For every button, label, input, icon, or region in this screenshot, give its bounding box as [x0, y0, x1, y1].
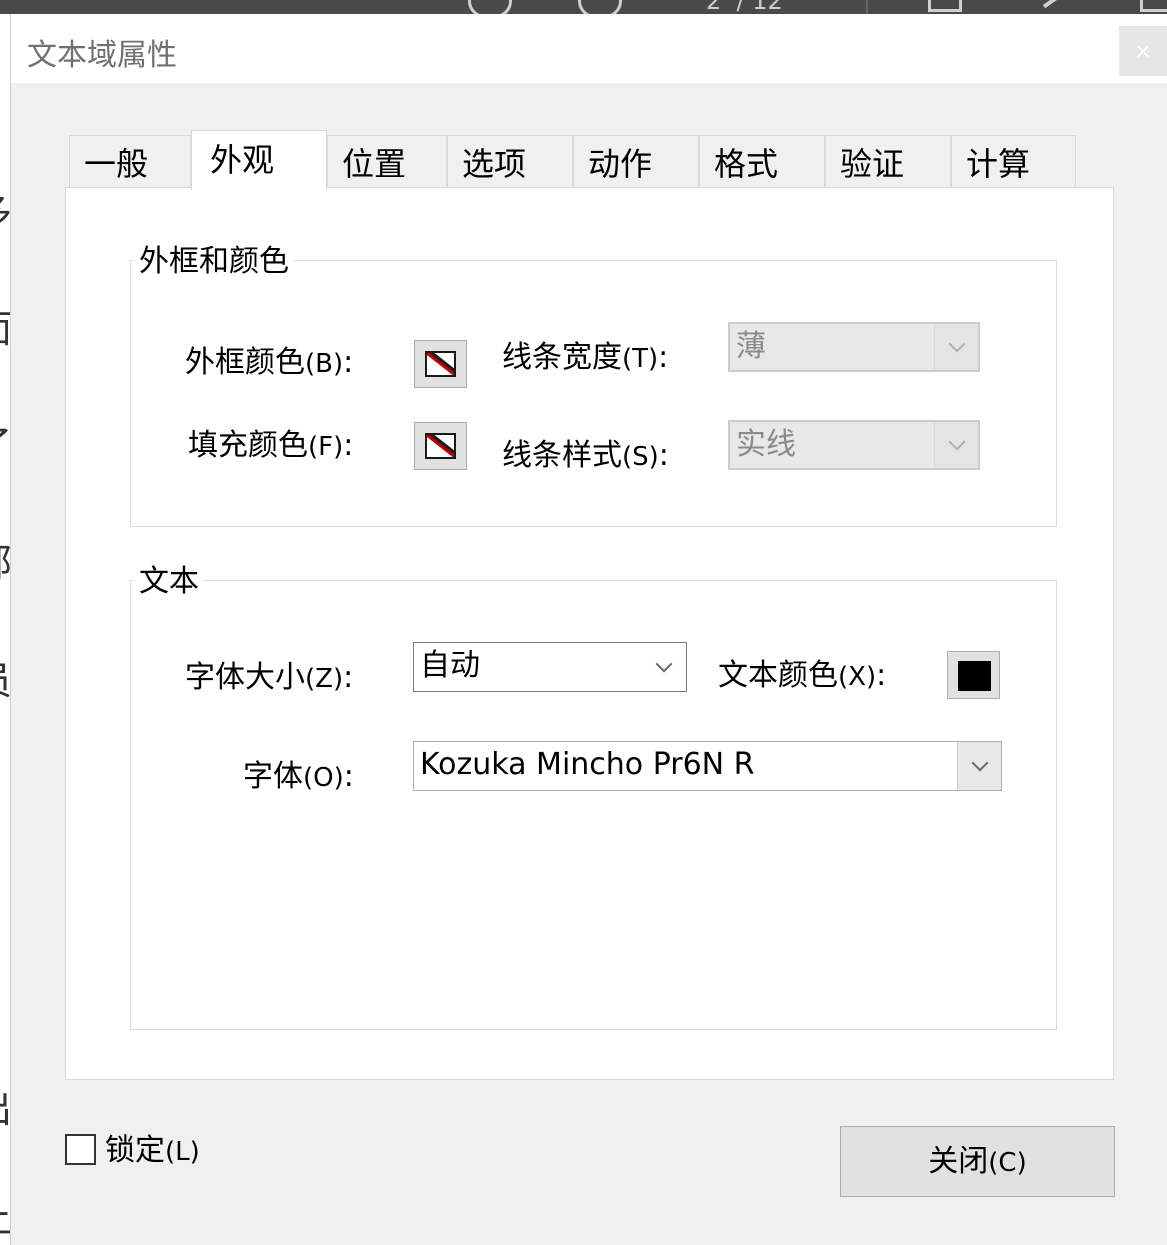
background-toolbar: 2 / 12 [0, 0, 1167, 14]
border-color-group [130, 260, 1057, 527]
font-select[interactable]: Kozuka Mincho Pr6N R [413, 741, 1002, 791]
upload-icon[interactable] [468, 0, 512, 14]
text-color-button[interactable] [947, 651, 1000, 699]
line-width-select[interactable]: 薄 [728, 322, 980, 372]
tab-validate[interactable]: 验证 [825, 135, 951, 188]
tab-format[interactable]: 格式 [699, 135, 825, 188]
font-size-select[interactable]: 自动 [413, 642, 687, 692]
no-color-swatch-icon [425, 351, 456, 377]
pen-icon[interactable] [1042, 0, 1082, 9]
comment-icon[interactable] [928, 0, 962, 12]
text-color-label: 文本颜色(X): [718, 658, 887, 693]
document-glyph: 了 [0, 426, 10, 464]
document-glyph: 上 [0, 1200, 10, 1238]
tab-options[interactable]: 选项 [447, 135, 573, 188]
fill-color-label: 填充颜色(F): [188, 428, 354, 463]
chevron-down-icon [934, 324, 978, 370]
font-label: 字体(O): [243, 759, 354, 794]
document-glyph: 部 [0, 544, 10, 582]
no-color-swatch-icon [425, 433, 456, 459]
text-group-title: 文本 [135, 564, 203, 600]
tab-actions[interactable]: 动作 [573, 135, 699, 188]
line-width-value: 薄 [736, 329, 766, 364]
lock-checkbox[interactable] [65, 1134, 96, 1165]
appearance-panel: 外框和颜色 外框颜色(B): 线条宽度(T): 薄 填充颜色(F): 线条样式(… [65, 187, 1114, 1080]
border-color-group-title: 外框和颜色 [135, 244, 293, 280]
fill-color-button[interactable] [414, 422, 467, 470]
text-field-properties-dialog: 文本域属性 × 一般 外观 位置 选项 动作 格式 验证 计算 外框和颜色 外框… [11, 14, 1167, 1245]
document-glyph: 员 [0, 662, 10, 700]
line-style-label: 线条样式(S): [502, 438, 669, 473]
font-size-value: 自动 [420, 648, 480, 683]
download-icon[interactable] [578, 0, 622, 14]
tab-calculate[interactable]: 计算 [951, 135, 1076, 188]
line-style-value: 实线 [736, 427, 796, 462]
dialog-title: 文本域属性 [27, 38, 177, 73]
tab-appearance[interactable]: 外观 [191, 130, 327, 190]
lock-label[interactable]: 锁定(L) [105, 1131, 200, 1172]
close-button[interactable]: 关闭(C) [840, 1126, 1115, 1197]
close-icon[interactable]: × [1119, 26, 1167, 76]
document-glyph: 多 [0, 194, 10, 232]
color-swatch-icon [958, 661, 991, 691]
line-width-label: 线条宽度(T): [502, 340, 669, 375]
border-color-label: 外框颜色(B): [185, 345, 354, 380]
chevron-down-icon [957, 742, 1001, 790]
page-indicator: 2 / 12 [706, 0, 783, 14]
document-glyph: 面 [0, 310, 10, 348]
border-color-button[interactable] [414, 340, 467, 388]
font-value: Kozuka Mincho Pr6N R [420, 747, 755, 782]
font-size-label: 字体大小(Z): [185, 660, 354, 695]
tab-general[interactable]: 一般 [69, 135, 191, 188]
chevron-down-icon [642, 643, 686, 691]
tab-position[interactable]: 位置 [327, 135, 447, 188]
line-style-select[interactable]: 实线 [728, 420, 980, 470]
background-document-edge: 多 面 了 部 员 出 上 [0, 14, 11, 1245]
toolbar-divider [866, 0, 868, 14]
chevron-down-icon [934, 422, 978, 468]
stamp-icon[interactable] [1140, 0, 1167, 12]
title-bar[interactable]: 文本域属性 × [11, 14, 1167, 83]
document-glyph: 出 [0, 1090, 10, 1128]
